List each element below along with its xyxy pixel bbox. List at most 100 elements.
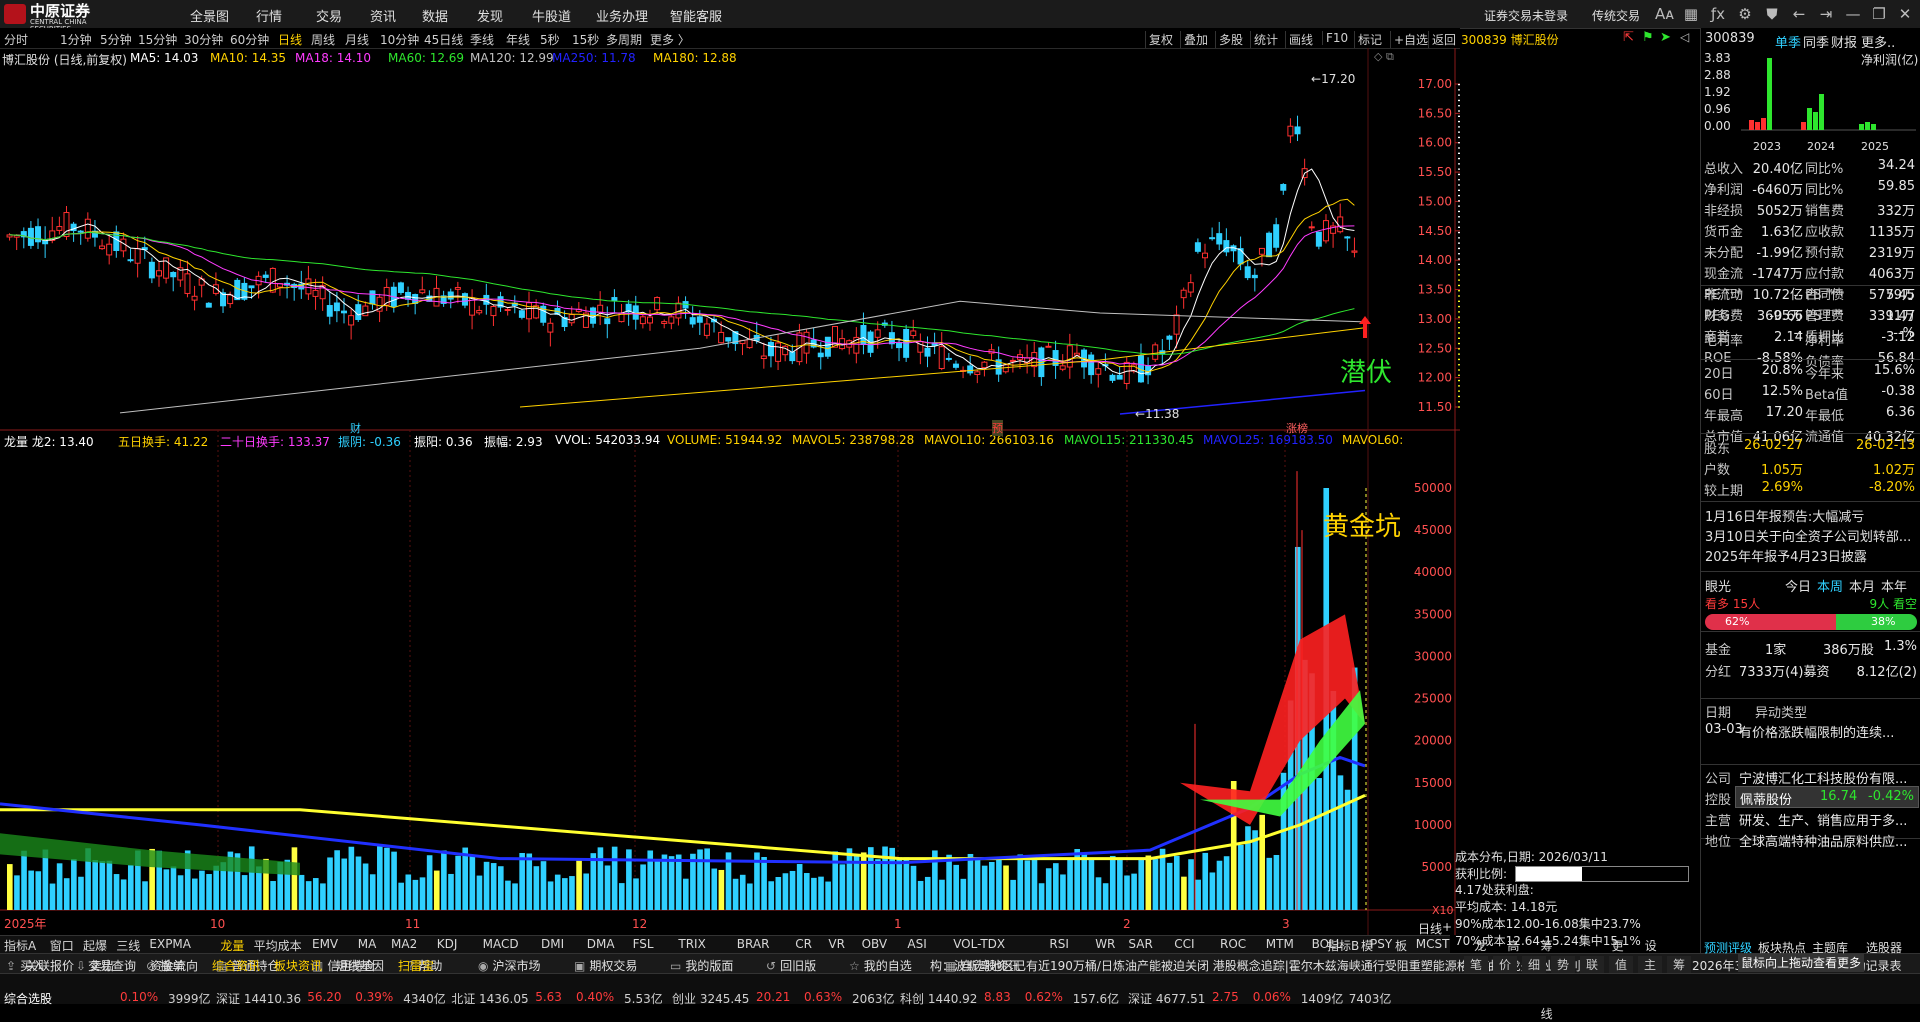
chart-tool-5[interactable]: F10 [1322, 31, 1348, 45]
mini-tab-6[interactable]: 主 [1638, 956, 1663, 973]
event-marker-cai[interactable]: 财 [350, 420, 361, 436]
indicator-tab-21[interactable]: VOL-TDX [953, 937, 1005, 951]
link-0[interactable]: 关联报价 [26, 957, 74, 974]
exit-icon[interactable]: ⇥ [1817, 5, 1835, 23]
eyelight-tab-3[interactable]: 本年 [1881, 576, 1907, 595]
news-item[interactable]: 3月10日关于向全资子公司划转部... [1705, 526, 1917, 545]
indicator-tab-5[interactable]: 龙量 [220, 937, 244, 954]
shirt-icon[interactable]: ⛊ [1763, 5, 1781, 23]
eyelight-tab-0[interactable]: 今日 [1785, 576, 1811, 595]
indicator-tab-9[interactable]: MA2 [391, 937, 417, 951]
indicator-tab-6[interactable]: 平均成本 [254, 937, 302, 954]
period-5[interactable]: 60分钟 [230, 31, 269, 48]
event-marker-zhangting[interactable]: 涨榜 [1286, 420, 1308, 436]
indicator-right-1[interactable]: 模 [1361, 937, 1373, 954]
menu-5[interactable]: 发现 [477, 6, 503, 25]
indicator-tab-29[interactable]: PSY [1370, 937, 1392, 951]
link-2[interactable]: 资金流向 [150, 957, 198, 974]
export-icon[interactable]: ⇱ [1623, 30, 1634, 45]
period-7[interactable]: 周线 [311, 31, 335, 48]
fn-futures[interactable]: ▣ 期权交易 [574, 957, 637, 974]
indicator-tab-11[interactable]: MACD [483, 937, 519, 951]
link-5[interactable]: 短线基因 [336, 957, 384, 974]
period-3[interactable]: 15分钟 [138, 31, 177, 48]
link-1[interactable]: 交易查询 [88, 957, 136, 974]
indicator-tab-24[interactable]: SAR [1128, 937, 1152, 951]
indicator-tab-3[interactable]: 三线 [116, 937, 140, 954]
back-icon[interactable]: ← [1790, 5, 1808, 23]
chart-tool-1[interactable]: 叠加 [1180, 31, 1208, 48]
eyelight-tab-1[interactable]: 本周 [1817, 576, 1843, 595]
period-4[interactable]: 30分钟 [184, 31, 223, 48]
indicator-tab-2[interactable]: 起爆 [83, 937, 107, 954]
status-label[interactable]: 综合选股 [4, 990, 52, 1007]
indicator-tab-12[interactable]: DMI [541, 937, 564, 951]
mini-tab-1[interactable]: 价 [1493, 956, 1518, 973]
mini-tab-3[interactable]: 势 [1551, 956, 1576, 973]
kline-chart[interactable]: 17.00 16.50 16.00 15.50 15.00 14.50 14.00 13.50… [0, 48, 1460, 935]
eyelight-tab-2[interactable]: 本月 [1849, 576, 1875, 595]
restore-icon[interactable]: ❐ [1870, 5, 1888, 23]
period-13[interactable]: 5秒 [540, 31, 560, 48]
rp-tab-2[interactable]: 财报 [1831, 32, 1857, 51]
period-8[interactable]: 月线 [345, 31, 369, 48]
mini-tab-7[interactable]: 筹 [1667, 956, 1692, 973]
indicator-tab-8[interactable]: MA [358, 937, 377, 951]
menu-7[interactable]: 业务办理 [596, 6, 648, 25]
arrow-icon[interactable]: ➤ [1660, 30, 1671, 45]
trade-login-status[interactable]: 证券交易未登录 [1484, 7, 1568, 24]
menu-4[interactable]: 数据 [422, 6, 448, 25]
rp-bottom-tab-2[interactable]: 主题库 [1812, 939, 1848, 956]
event-marker-yu[interactable]: 预 [992, 420, 1003, 436]
menu-3[interactable]: 资讯 [370, 6, 396, 25]
mini-tab-0[interactable]: 笔 [1464, 956, 1489, 973]
indicator-tab-23[interactable]: WR [1095, 937, 1115, 951]
period-11[interactable]: 季线 [470, 31, 494, 48]
indicator-tab-26[interactable]: ROC [1220, 937, 1246, 951]
indicator-tab-10[interactable]: KDJ [437, 937, 458, 951]
quote-popup[interactable]: 佩蒂股份 16.74 -0.42% [1735, 786, 1919, 808]
close-icon[interactable]: ✕ [1896, 5, 1914, 23]
minimize-icon[interactable]: — [1844, 5, 1862, 23]
chart-tool-2[interactable]: 多股 [1215, 31, 1243, 48]
indicator-tab-27[interactable]: MTM [1266, 937, 1294, 951]
indicator-tab-4[interactable]: EXPMA [149, 937, 191, 951]
indicator-tab-16[interactable]: BRAR [737, 937, 770, 951]
rp-bottom-tab-0[interactable]: 预测评级 [1704, 939, 1752, 956]
rp-bottom-tab-1[interactable]: 板块热点 [1758, 939, 1806, 956]
period-15[interactable]: 多周期 [606, 31, 642, 48]
link-4[interactable]: 板块资讯 [274, 957, 322, 974]
bottom-right-tab-1[interactable]: + [1442, 920, 1452, 934]
indicator-right-2[interactable]: 板 [1395, 937, 1407, 954]
fn-star[interactable]: ☆ 我的自选 [849, 957, 912, 974]
indicator-tab-0[interactable]: 指标A [4, 937, 36, 954]
classic-trade-link[interactable]: 传统交易 [1592, 7, 1640, 24]
formula-icon[interactable]: ƒx [1709, 5, 1727, 23]
mini-tab-2[interactable]: 细 [1522, 956, 1547, 973]
chart-tool-0[interactable]: 复权 [1145, 31, 1173, 48]
mini-tab-4[interactable]: 联 [1580, 956, 1605, 973]
menu-1[interactable]: 行情 [256, 6, 282, 25]
period-1[interactable]: 1分钟 [60, 31, 92, 48]
chart-tool-6[interactable]: 标记 [1354, 31, 1382, 48]
indicator-tab-1[interactable]: 窗口 [50, 937, 74, 954]
rp-tab-0[interactable]: 单季 [1775, 32, 1801, 51]
period-0[interactable]: 分时 [4, 31, 28, 48]
period-2[interactable]: 5分钟 [100, 31, 132, 48]
indicator-tab-19[interactable]: OBV [862, 937, 888, 951]
period-12[interactable]: 年线 [506, 31, 530, 48]
grid-icon[interactable]: ▦ [1682, 5, 1700, 23]
mini-tab-5[interactable]: 值 [1609, 956, 1634, 973]
menu-2[interactable]: 交易 [316, 6, 342, 25]
flag-icon[interactable]: ⚑ [1642, 30, 1654, 45]
news-item[interactable]: 1月16日年报预告:大幅减亏 [1705, 506, 1917, 525]
gear-icon[interactable]: ⚙ [1736, 5, 1754, 23]
indicator-tab-17[interactable]: CR [795, 937, 812, 951]
indicator-tab-14[interactable]: FSL [633, 937, 654, 951]
bottom-right-tab-0[interactable]: 日线 [1418, 920, 1442, 937]
indicator-tab-20[interactable]: ASI [907, 937, 926, 951]
fn-rewind[interactable]: ↺ 回旧版 [766, 957, 816, 974]
indicator-tab-15[interactable]: TRIX [678, 937, 705, 951]
menu-8[interactable]: 智能客服 [670, 6, 722, 25]
period-16[interactable]: 更多 〉 [650, 31, 690, 48]
